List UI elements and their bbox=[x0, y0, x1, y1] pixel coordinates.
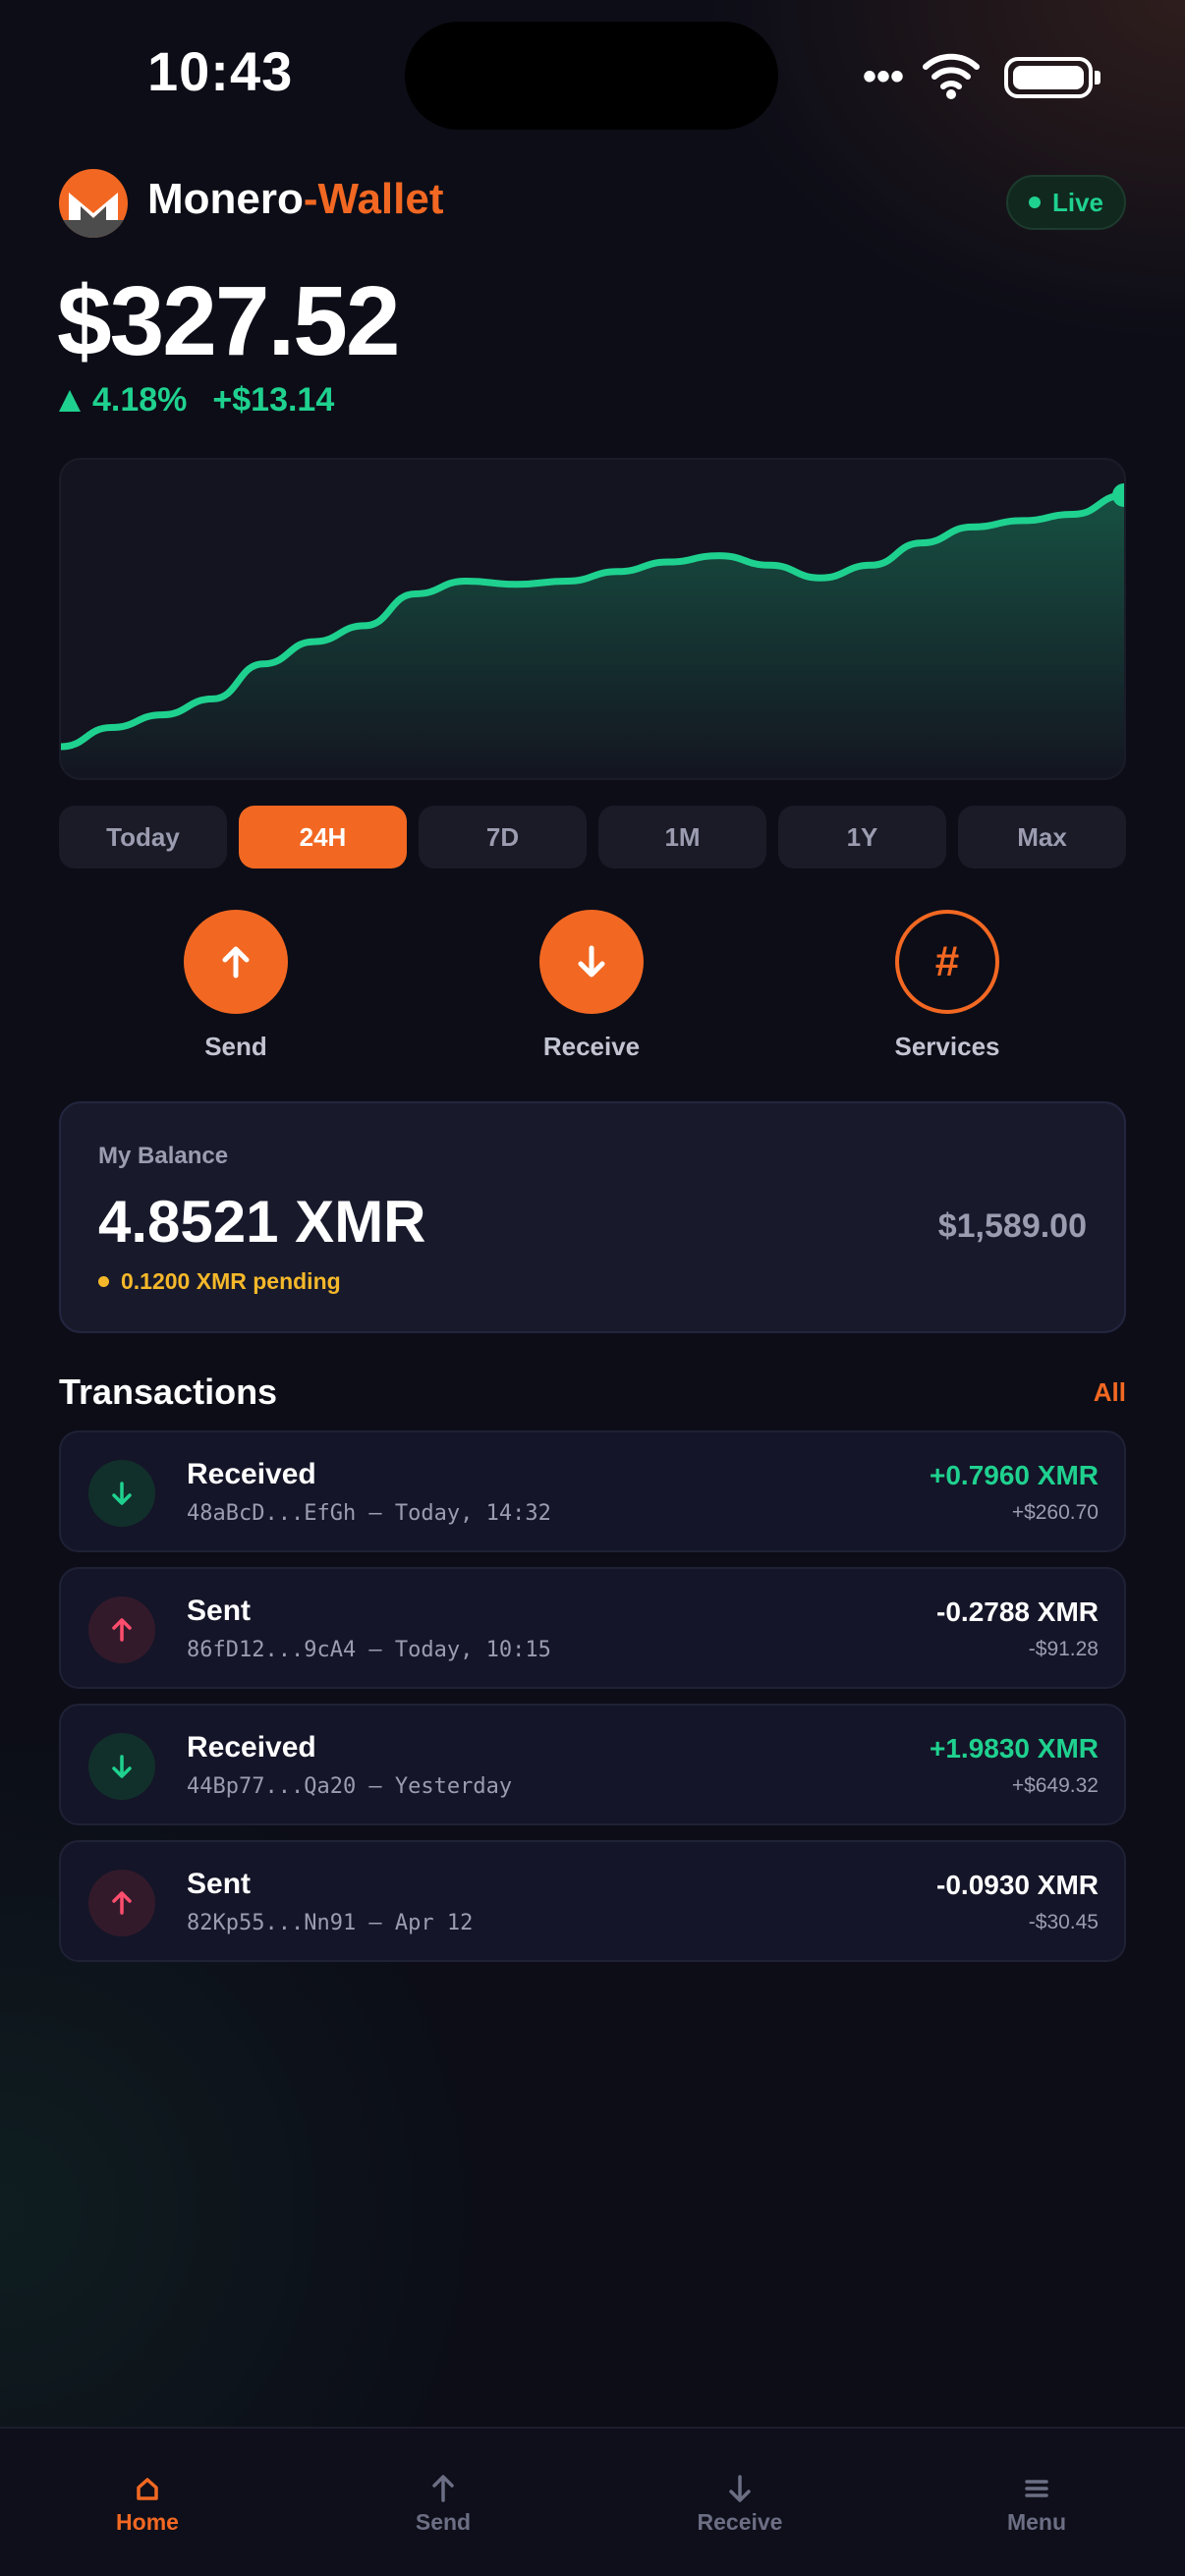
arrow-down-icon bbox=[88, 1460, 155, 1527]
transactions-all-link[interactable]: All bbox=[1094, 1377, 1126, 1408]
balance-usd: $1,589.00 bbox=[937, 1207, 1087, 1245]
transaction-amount: +0.7960 XMR bbox=[930, 1460, 1099, 1490]
price-chart-svg bbox=[61, 483, 1124, 778]
arrow-down-icon bbox=[729, 2475, 751, 2502]
receive-action[interactable]: Receive bbox=[503, 910, 680, 1062]
nav-send[interactable]: Send bbox=[345, 2474, 541, 2536]
transaction-usd: +$260.70 bbox=[1011, 1501, 1099, 1524]
transaction-usd: +$649.32 bbox=[1011, 1774, 1099, 1797]
transaction-amount: -0.0930 XMR bbox=[936, 1870, 1099, 1900]
price-chart[interactable] bbox=[59, 458, 1126, 780]
pending-dot-icon bbox=[98, 1276, 109, 1287]
transaction-kind: Sent bbox=[187, 1868, 252, 1900]
app-title-main: Monero bbox=[147, 175, 304, 223]
triangle-up-icon bbox=[59, 389, 81, 412]
more-dots-icon: ••• bbox=[863, 55, 905, 98]
arrow-up-icon bbox=[222, 946, 250, 979]
balance-pending-text: 0.1200 XMR pending bbox=[121, 1268, 341, 1294]
transactions-title: Transactions bbox=[59, 1372, 278, 1412]
send-action[interactable]: Send bbox=[147, 910, 324, 1062]
status-time: 10:43 bbox=[147, 40, 294, 102]
transaction-kind: Received bbox=[187, 1458, 316, 1490]
nav-receive[interactable]: Receive bbox=[642, 2474, 838, 2536]
monero-logo-icon bbox=[59, 169, 128, 238]
timeframe-max[interactable]: Max bbox=[958, 806, 1126, 868]
dynamic-island bbox=[405, 22, 778, 130]
home-icon bbox=[137, 2478, 158, 2500]
timeframe-1y[interactable]: 1Y bbox=[778, 806, 946, 868]
live-dot-icon bbox=[1028, 196, 1041, 208]
nav-menu[interactable]: Menu bbox=[938, 2474, 1135, 2536]
arrow-down-icon bbox=[578, 945, 605, 978]
nav-send-label: Send bbox=[415, 2509, 472, 2535]
arrow-up-icon bbox=[432, 2475, 454, 2502]
arrow-up-icon bbox=[88, 1596, 155, 1663]
send-action-label: Send bbox=[204, 1032, 267, 1061]
live-badge-label: Live bbox=[1051, 187, 1104, 217]
balance-amount: 4.8521 XMR bbox=[98, 1189, 426, 1255]
timeframe-7d[interactable]: 7D bbox=[419, 806, 587, 868]
nav-receive-label: Receive bbox=[697, 2509, 783, 2535]
services-button[interactable]: # bbox=[895, 910, 999, 1014]
send-button[interactable] bbox=[184, 910, 288, 1014]
price-change-percent: 4.18% bbox=[92, 381, 188, 419]
transaction-details: 48aBcD...EfGh – Today, 14:32 bbox=[187, 1501, 551, 1526]
price-change-absolute: +$13.14 bbox=[212, 381, 335, 419]
timeframe-24h[interactable]: 24H bbox=[239, 806, 407, 868]
transaction-usd: -$91.28 bbox=[1028, 1638, 1099, 1660]
balance-card[interactable]: My Balance 4.8521 XMR 0.1200 XMR pending… bbox=[59, 1101, 1126, 1333]
price-change: 4.18% +$13.14 bbox=[59, 381, 334, 420]
transaction-amount: -0.2788 XMR bbox=[936, 1596, 1099, 1627]
transaction-kind: Received bbox=[187, 1731, 316, 1764]
menu-icon bbox=[1025, 2480, 1048, 2497]
timeframe-today[interactable]: Today bbox=[59, 806, 227, 868]
transaction-usd: -$30.45 bbox=[1028, 1911, 1099, 1933]
arrow-up-icon bbox=[88, 1870, 155, 1936]
nav-home[interactable]: Home bbox=[49, 2474, 246, 2536]
app-title-accent: -Wallet bbox=[303, 175, 444, 223]
receive-action-label: Receive bbox=[542, 1032, 641, 1061]
transaction-details: 82Kp55...Nn91 – Apr 12 bbox=[187, 1911, 474, 1935]
transaction-row[interactable]: Sent 82Kp55...Nn91 – Apr 12 -0.0930 XMR -$3… bbox=[59, 1840, 1126, 1962]
transaction-kind: Sent bbox=[187, 1595, 252, 1627]
hash-icon: # bbox=[934, 937, 960, 985]
battery-icon bbox=[1004, 57, 1100, 98]
services-action[interactable]: # Services bbox=[859, 910, 1036, 1062]
timeframe-1m[interactable]: 1M bbox=[598, 806, 766, 868]
bottom-nav: Home Send Receive Menu bbox=[0, 2427, 1185, 2576]
price-value: $327.52 bbox=[57, 266, 400, 376]
transaction-row[interactable]: Received 48aBcD...EfGh – Today, 14:32 +0.7… bbox=[59, 1430, 1126, 1552]
wifi-icon bbox=[922, 49, 981, 105]
arrow-down-icon bbox=[88, 1733, 155, 1800]
balance-label: My Balance bbox=[98, 1143, 229, 1169]
receive-button[interactable] bbox=[539, 910, 644, 1014]
chart-area bbox=[61, 495, 1124, 778]
nav-menu-label: Menu bbox=[1006, 2509, 1067, 2535]
transaction-amount: +1.9830 XMR bbox=[930, 1733, 1099, 1764]
timeframe-selector: Today 24H 7D 1M 1Y Max bbox=[59, 806, 1126, 868]
transaction-row[interactable]: Sent 86fD12...9cA4 – Today, 10:15 -0.2788 … bbox=[59, 1567, 1126, 1689]
nav-home-label: Home bbox=[116, 2509, 179, 2535]
transaction-details: 44Bp77...Qa20 – Yesterday bbox=[187, 1774, 513, 1799]
live-badge: Live bbox=[1006, 175, 1126, 230]
app-title: Monero-Wallet bbox=[147, 175, 443, 224]
services-action-label: Services bbox=[894, 1032, 1000, 1061]
transaction-details: 86fD12...9cA4 – Today, 10:15 bbox=[187, 1638, 551, 1662]
balance-pending: 0.1200 XMR pending bbox=[98, 1268, 341, 1295]
transaction-row[interactable]: Received 44Bp77...Qa20 – Yesterday +1.9830… bbox=[59, 1704, 1126, 1825]
